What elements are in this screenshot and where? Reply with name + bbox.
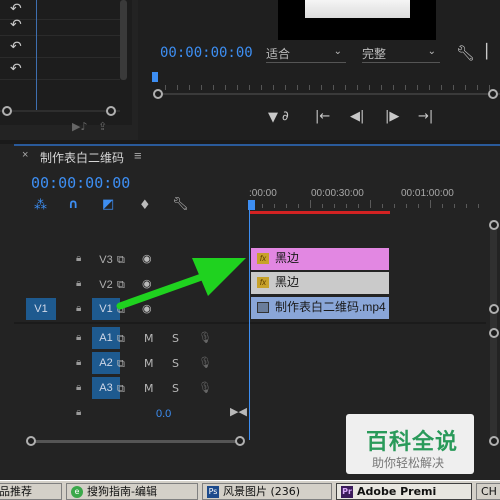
- taskbar-item[interactable]: Pr Adobe Premi: [336, 483, 472, 500]
- taskbar-item-label: CH: [481, 485, 497, 498]
- taskbar-item[interactable]: 品推荐: [0, 483, 62, 500]
- photoshop-icon: Ps: [207, 486, 219, 498]
- taskbar-item-label: 搜狗指南-编辑: [87, 485, 157, 498]
- taskbar-item[interactable]: e 搜狗指南-编辑: [66, 483, 198, 500]
- watermark-subtitle: 助你轻松解决: [372, 456, 445, 470]
- taskbar-item[interactable]: Ps 风景图片 (236): [202, 483, 332, 500]
- watermark-title: 百科全说: [366, 430, 459, 455]
- taskbar-item[interactable]: CH: [476, 483, 500, 500]
- browser-icon: e: [71, 486, 83, 498]
- app-window: ↶ ↶ ↶ ↶ ▶♪ ⇪ 00:00:00:00 适合 ⌄ 完整 ⌄ 🔧︎ ▏ …: [0, 0, 500, 500]
- taskbar-item-label: Adobe Premi: [357, 485, 437, 498]
- taskbar-item-label: 品推荐: [0, 485, 32, 498]
- premiere-icon: Pr: [341, 486, 353, 498]
- taskbar-item-label: 风景图片 (236): [223, 485, 301, 498]
